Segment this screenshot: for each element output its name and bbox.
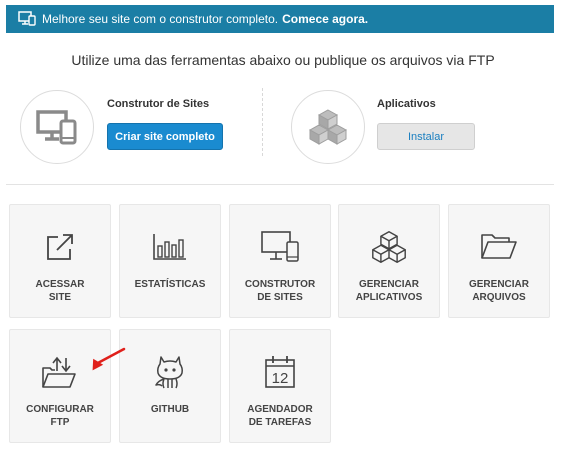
banner-text: Melhore seu site com o construtor comple… [42,12,279,26]
tile-label: AGENDADOR DE TAREFAS [247,404,313,428]
tool-divider [262,88,263,156]
tile-label: CONSTRUTOR DE SITES [244,279,316,303]
tile-estatisticas[interactable]: ESTATÍSTICAS [119,204,221,318]
banner-link[interactable]: Comece agora. [282,12,368,26]
monitor-devices-icon [18,11,36,27]
tile-label: GERENCIAR ARQUIVOS [468,279,529,303]
tile-label: CONFIGURAR FTP [26,404,94,428]
cubes-icon [291,90,365,164]
tile-acessar-site[interactable]: ACESSAR SITE [9,204,111,318]
monitor-devices-icon [20,90,94,164]
tile-gerenciar-aplicativos[interactable]: GERENCIAR APLICATIVOS [338,204,440,318]
apps-tool: Aplicativos Instalar [291,90,511,166]
cubes-icon [369,227,409,267]
site-builder-tool: Construtor de Sites Criar site completo [20,90,250,166]
install-button[interactable]: Instalar [377,123,475,150]
external-link-icon [40,227,80,267]
tile-label: GITHUB [150,404,190,415]
monitor-phone-icon [260,227,300,267]
tile-label: GERENCIAR APLICATIVOS [355,279,423,303]
bar-chart-icon [150,227,190,267]
tile-github[interactable]: GITHUB [119,329,221,443]
annotation-arrow-icon [92,347,126,371]
tile-label: ESTATÍSTICAS [134,279,206,290]
calendar-icon: 12 [260,352,300,392]
section-divider [6,184,554,185]
promo-banner: Melhore seu site com o construtor comple… [6,5,554,33]
site-builder-title: Construtor de Sites [107,98,210,110]
tile-label: ACESSAR SITE [35,279,85,303]
folder-icon [479,227,519,267]
github-octocat-icon [150,352,190,392]
create-site-button[interactable]: Criar site completo [107,123,223,150]
apps-title: Aplicativos [377,98,436,110]
folder-transfer-icon [40,352,80,392]
tile-agendador-de-tarefas[interactable]: 12 AGENDADOR DE TAREFAS [229,329,331,443]
tile-construtor-de-sites[interactable]: CONSTRUTOR DE SITES [229,204,331,318]
calendar-day: 12 [272,370,289,387]
tile-gerenciar-arquivos[interactable]: GERENCIAR ARQUIVOS [448,204,550,318]
page-subtitle: Utilize uma das ferramentas abaixo ou pu… [71,52,495,68]
